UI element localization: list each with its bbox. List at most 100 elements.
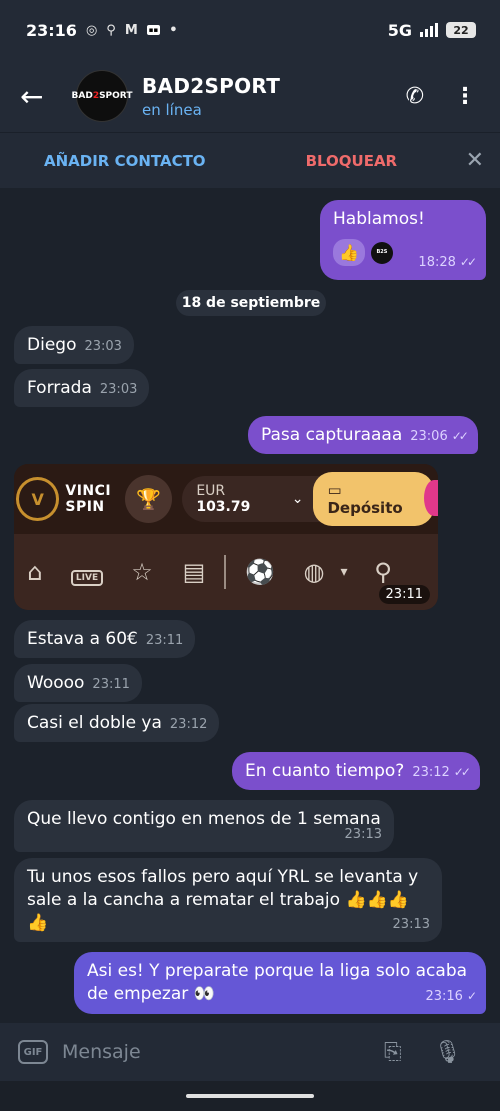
- screenshot-top-bar: V VINCI SPIN 🏆 EUR 103.79 ⌄ ▭ Depósito: [14, 464, 438, 534]
- home-indicator[interactable]: [186, 1094, 314, 1098]
- message-outgoing[interactable]: Pasa capturaaaa 23:06 ✓✓: [248, 416, 478, 454]
- date-separator: 18 de septiembre: [176, 290, 326, 316]
- contact-name: BAD2SPORT: [142, 73, 281, 98]
- message-text: Diego: [27, 335, 77, 355]
- add-contact-button[interactable]: AÑADIR CONTACTO: [44, 152, 206, 170]
- message-time: 23:11: [145, 633, 184, 648]
- wallet-pill: EUR 103.79 ⌄ ▭ Depósito: [182, 472, 438, 526]
- message-meta: 18:28 ✓✓: [418, 251, 477, 274]
- status-bar: 23:16 ◎ ⚲ M ▪▪ • 5G 22: [0, 0, 500, 60]
- contact-info[interactable]: BAD2SPORT en línea: [142, 74, 280, 119]
- action-bar: AÑADIR CONTACTO BLOQUEAR ✕: [0, 132, 500, 188]
- search-icon: ⚲: [374, 558, 392, 586]
- message-text: Pasa capturaaaa: [261, 425, 403, 445]
- message-text: Forrada: [27, 378, 92, 398]
- message-text: Woooo: [27, 673, 85, 693]
- message-incoming[interactable]: Woooo 23:11: [14, 664, 142, 702]
- message-meta: 23:16 ✓: [425, 985, 477, 1008]
- message-text: Tu unos esos fallos pero aquí YRL se lev…: [27, 867, 419, 933]
- balance-amount: 103.79: [196, 499, 251, 515]
- single-check-icon: ✓: [466, 989, 477, 1003]
- microphone-icon[interactable]: 🎙: [434, 1040, 462, 1065]
- brand-line-2: SPIN: [65, 499, 105, 515]
- message-text: En cuanto tiempo?: [245, 761, 405, 781]
- message-time: 23:03: [84, 339, 122, 354]
- message-time: 23:12: [412, 765, 450, 780]
- message-incoming[interactable]: Tu unos esos fallos pero aquí YRL se lev…: [14, 858, 442, 942]
- double-check-icon: ✓✓: [459, 255, 477, 269]
- reaction-avatar: B2S: [370, 241, 393, 264]
- status-time: 23:16: [26, 20, 77, 40]
- message-outgoing[interactable]: Asi es! Y preparate porque la liga solo …: [74, 952, 486, 1014]
- message-text: Estava a 60€: [27, 629, 138, 649]
- betslip-icon: ▤: [182, 558, 206, 586]
- network-label: 5G: [387, 20, 412, 40]
- message-incoming[interactable]: Forrada 23:03: [14, 369, 150, 407]
- message-text: Asi es! Y preparate porque la liga solo …: [87, 961, 468, 1004]
- back-arrow-icon[interactable]: ←: [20, 80, 50, 113]
- thumbs-up-reaction[interactable]: 👍: [333, 239, 365, 266]
- message-time: 23:12: [169, 717, 208, 732]
- close-icon[interactable]: ✕: [466, 148, 484, 173]
- message-time: 23:11: [92, 677, 130, 692]
- avatar-text-sport: SPORT: [99, 91, 133, 101]
- star-icon: ☆: [131, 558, 153, 586]
- phone-icon[interactable]: ✆: [406, 84, 424, 109]
- avatar-text-bad: BAD: [71, 91, 93, 101]
- message-incoming[interactable]: Estava a 60€ 23:11: [14, 620, 196, 658]
- gif-button[interactable]: GIF: [18, 1040, 48, 1064]
- signal-icon: [420, 23, 438, 37]
- brand-name: VINCI SPIN: [65, 483, 111, 515]
- caret-down-icon: ▾: [340, 564, 348, 580]
- message-outgoing[interactable]: En cuanto tiempo? 23:12 ✓✓: [232, 752, 480, 790]
- message-composer: GIF ⎘ 🎙: [0, 1023, 500, 1081]
- avatar[interactable]: BAD 2 SPORT: [72, 70, 132, 122]
- message-incoming[interactable]: Casi el doble ya 23:12: [14, 704, 220, 742]
- message-time: 23:16: [425, 989, 463, 1004]
- screenshot-nav-bar: ⌂ LIVE ☆ ▤ ⚽ ◍ ▾ ⚲ 23:11: [14, 534, 438, 610]
- brand-line-1: VINCI: [65, 483, 112, 499]
- block-button[interactable]: BLOQUEAR: [306, 152, 398, 170]
- deposit-label: Depósito: [327, 499, 403, 517]
- message-time: 23:11: [378, 585, 430, 604]
- message-time: 23:03: [99, 382, 138, 397]
- promo-icon: [424, 480, 438, 516]
- message-time: 23:13: [344, 827, 382, 842]
- double-check-icon: ✓✓: [451, 429, 469, 443]
- deposit-button: ▭ Depósito: [313, 472, 434, 526]
- double-check-icon: ✓✓: [453, 765, 471, 779]
- message-text: Casi el doble ya: [27, 713, 162, 733]
- chat-header: ← BAD 2 SPORT BAD2SPORT en línea ✆ ⋮: [0, 60, 500, 132]
- message-time: 18:28: [418, 255, 456, 270]
- gmail-icon: M: [124, 22, 138, 38]
- paperclip-icon[interactable]: ⎘: [384, 1040, 402, 1065]
- trophy-icon: 🏆: [125, 475, 173, 523]
- app-notification-icon: ▪▪: [146, 25, 161, 35]
- chat-area[interactable]: Hablamos! 👍 B2S 18:28 ✓✓ 18 de septiembre…: [0, 188, 500, 1023]
- message-text: Hablamos!: [333, 209, 425, 229]
- message-time: 23:13: [392, 917, 430, 932]
- message-meta: 23:06 ✓✓: [410, 429, 469, 444]
- battery-icon: 22: [446, 22, 476, 38]
- message-input[interactable]: [62, 1041, 362, 1063]
- vincispin-logo-icon: V: [16, 477, 60, 521]
- chevron-down-icon: ⌄: [291, 491, 304, 507]
- system-nav-bar: [0, 1081, 500, 1111]
- message-text: Que llevo contigo en menos de 1 semana: [27, 809, 381, 829]
- message-meta: 23:12 ✓✓: [412, 765, 471, 780]
- contact-status: en línea: [142, 100, 202, 119]
- more-options-icon[interactable]: ⋮: [454, 84, 476, 109]
- key-icon: ⚲: [106, 22, 116, 38]
- message-incoming[interactable]: Que llevo contigo en menos de 1 semana 2…: [14, 800, 394, 852]
- balance: EUR 103.79: [196, 483, 281, 515]
- divider: [224, 555, 226, 589]
- dot-icon: •: [169, 22, 178, 38]
- message-incoming[interactable]: Diego 23:03: [14, 326, 134, 364]
- image-message[interactable]: V VINCI SPIN 🏆 EUR 103.79 ⌄ ▭ Depósito ⌂…: [14, 464, 438, 610]
- message-time: 23:06: [410, 429, 448, 444]
- live-icon: LIVE: [60, 558, 114, 586]
- message-outgoing[interactable]: Hablamos! 👍 B2S 18:28 ✓✓: [320, 200, 486, 280]
- currency: EUR: [196, 483, 226, 499]
- home-icon: ⌂: [27, 558, 43, 586]
- live-label: LIVE: [70, 570, 104, 586]
